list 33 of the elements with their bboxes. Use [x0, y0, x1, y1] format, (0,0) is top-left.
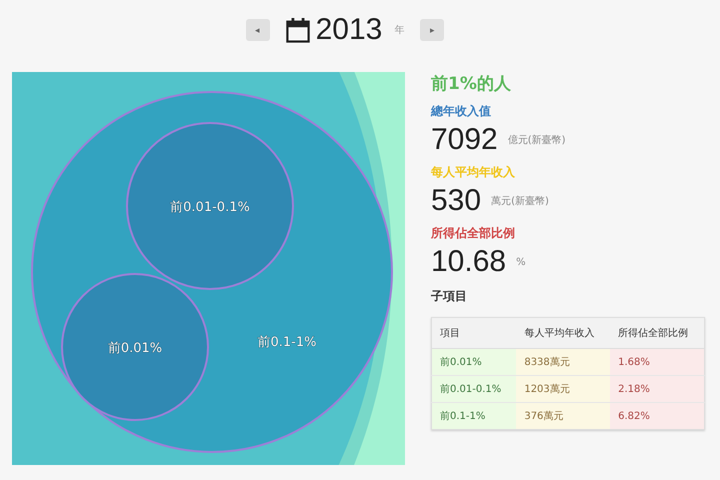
bubble[interactable]	[61, 273, 209, 421]
stat-value: 10.68	[431, 245, 506, 279]
table-cell: 前0.01-0.1%	[432, 376, 516, 402]
table-cell: 前0.1-1%	[432, 402, 516, 430]
previous-year-button[interactable]: ◂	[246, 19, 270, 41]
stat-unit: %	[516, 256, 526, 268]
stat-value: 7092	[431, 123, 498, 157]
table-cell: 1203萬元	[516, 376, 610, 402]
group-title: 前1%的人	[431, 73, 512, 95]
stat-unit: 萬元(新臺幣)	[491, 194, 549, 208]
table-cell: 2.18%	[610, 376, 704, 402]
bubble[interactable]	[126, 122, 294, 290]
bubble-label: 前0.01-0.1%	[170, 200, 250, 215]
column-header: 項目	[432, 318, 516, 348]
bubble-label: 前0.01%	[108, 341, 162, 356]
year-unit: 年	[394, 24, 404, 37]
stat-label: 每人平均年收入	[431, 164, 516, 181]
column-header: 每人平均年收入	[516, 318, 610, 348]
table-cell: 6.82%	[610, 402, 704, 430]
stat-label: 總年收入值	[431, 103, 492, 120]
table-cell: 376萬元	[516, 402, 610, 430]
stat-unit: 億元(新臺幣)	[508, 134, 566, 147]
subsection-title: 子項目	[431, 288, 468, 305]
table-cell: 8338萬元	[516, 348, 610, 376]
year-value: 2013	[316, 13, 382, 47]
table-cell: 前0.01%	[432, 348, 516, 376]
stat-label: 所得佔全部比例	[431, 225, 516, 242]
table-cell: 1.68%	[610, 348, 704, 376]
calendar-icon	[286, 17, 310, 43]
stat-value: 530	[431, 184, 482, 218]
column-header: 所得佔全部比例	[610, 318, 704, 348]
bubble-label: 前0.1-1%	[258, 335, 316, 350]
next-year-button[interactable]: ▸	[420, 19, 444, 41]
